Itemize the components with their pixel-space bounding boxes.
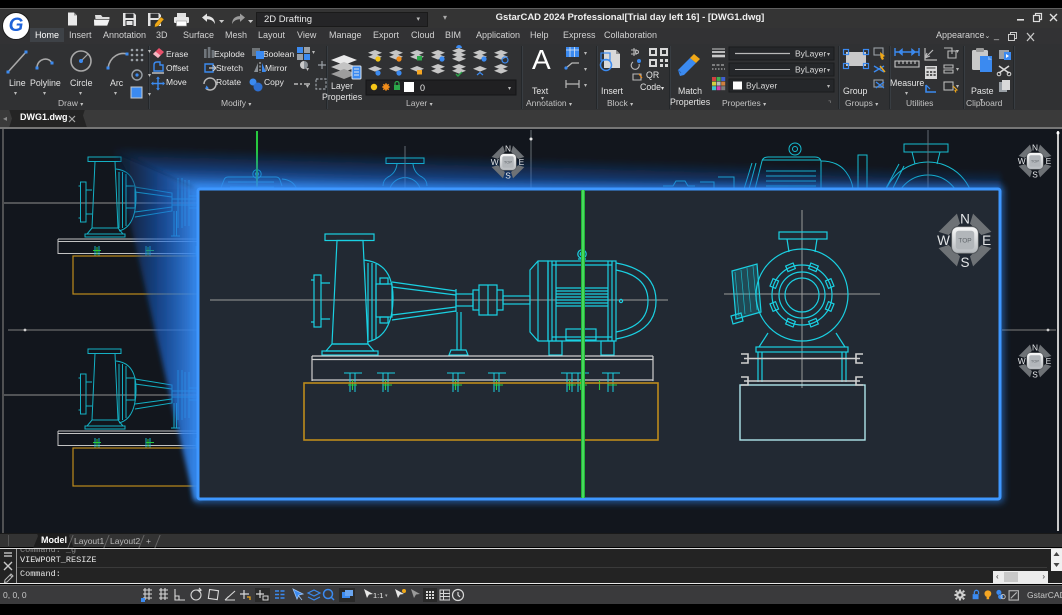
svg-text:▾: ▾ — [584, 83, 587, 89]
svg-text:▾: ▾ — [148, 92, 151, 98]
svg-text:ByLayer: ByLayer — [795, 65, 826, 75]
svg-text:ByLayer: ByLayer — [795, 49, 826, 59]
svg-text:▾: ▾ — [584, 67, 587, 73]
svg-text:▾: ▾ — [827, 84, 830, 90]
svg-text:▾: ▾ — [956, 49, 959, 55]
svg-text:▾: ▾ — [508, 86, 511, 92]
svg-text:1:1: 1:1 — [373, 591, 383, 600]
svg-text:▾: ▾ — [827, 68, 830, 74]
svg-text:▾: ▾ — [306, 84, 309, 90]
svg-text:▾: ▾ — [956, 67, 959, 73]
svg-text:▾: ▾ — [148, 73, 151, 79]
svg-text:▾: ▾ — [312, 50, 315, 56]
svg-text:ByLayer: ByLayer — [746, 81, 777, 91]
svg-text:0: 0 — [420, 83, 425, 93]
svg-text:▾: ▾ — [956, 84, 959, 90]
svg-text:▾: ▾ — [385, 593, 388, 599]
svg-text:▾: ▾ — [148, 49, 151, 55]
svg-text:▾: ▾ — [584, 51, 587, 57]
svg-text:▾: ▾ — [306, 67, 309, 73]
svg-text:▾: ▾ — [827, 52, 830, 58]
